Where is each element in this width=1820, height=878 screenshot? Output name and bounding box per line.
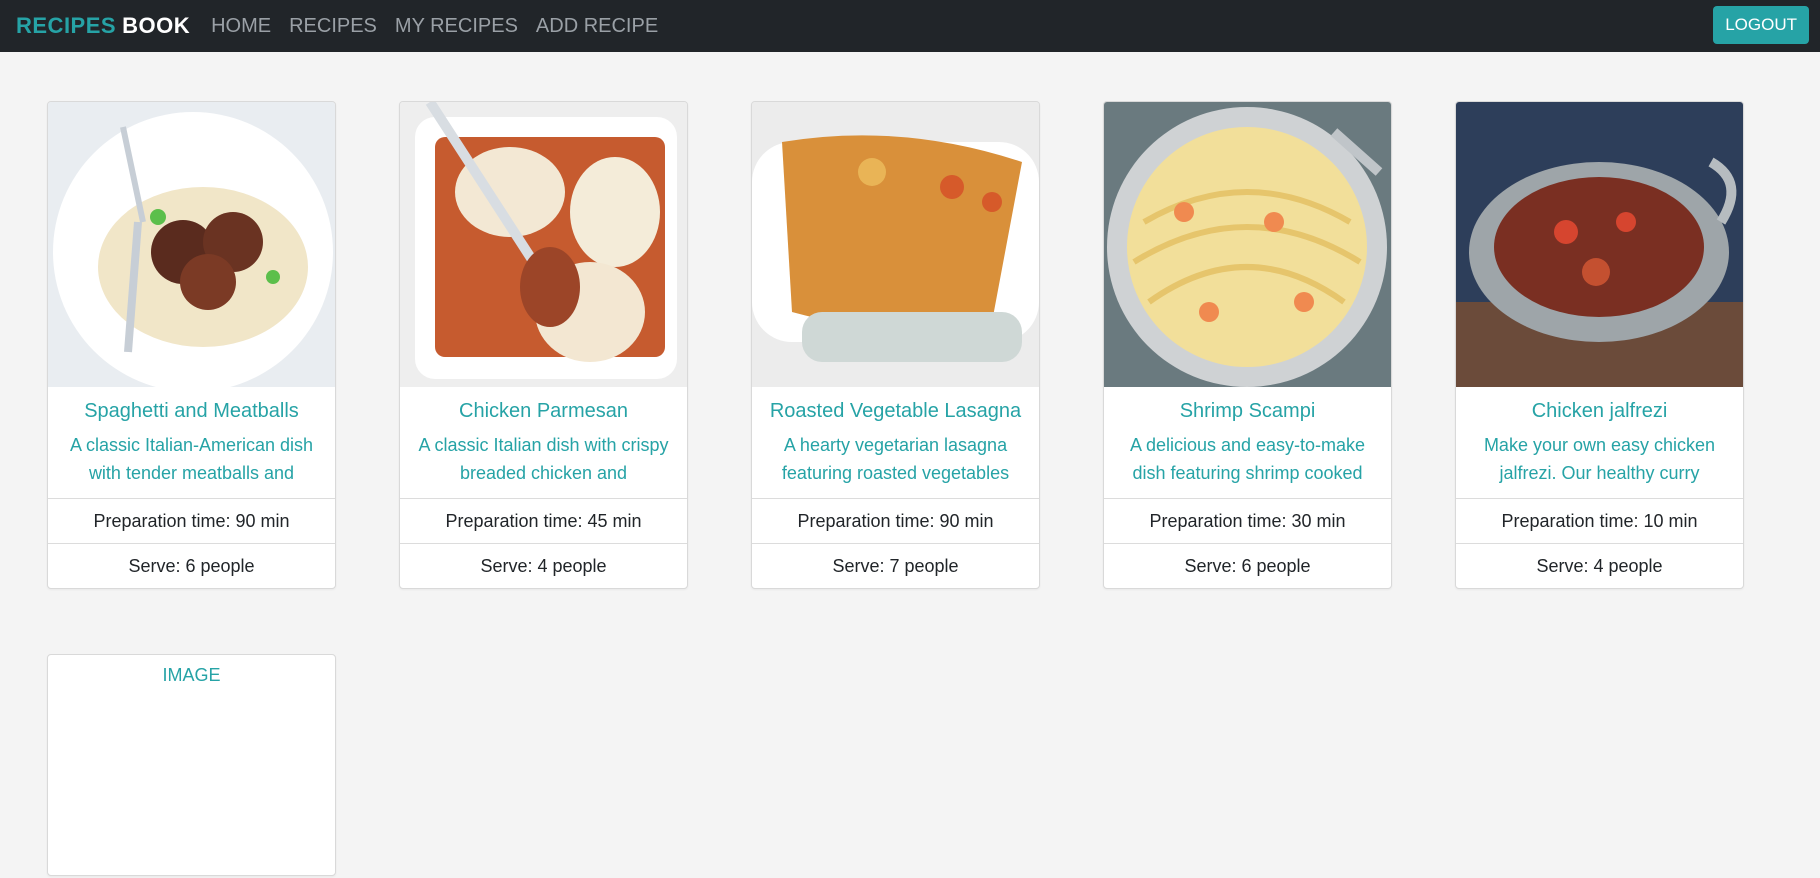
- shrimp-scampi-image: [1104, 102, 1391, 387]
- servings: Serve: 4 people: [400, 543, 687, 588]
- chicken-jalfrezi-image: [1456, 102, 1743, 387]
- recipe-title[interactable]: Shrimp Scampi: [1116, 400, 1379, 423]
- servings: Serve: 6 people: [48, 543, 335, 588]
- recipe-image[interactable]: [752, 102, 1039, 387]
- recipe-card[interactable]: Spaghetti and Meatballs A classic Italia…: [47, 101, 336, 589]
- recipe-description: Make your own easy chicken jalfrezi. Our…: [1483, 435, 1716, 483]
- image-alt-text: IMAGE: [162, 665, 221, 685]
- logout-button[interactable]: LOGOUT: [1713, 6, 1809, 44]
- recipe-card[interactable]: Shrimp Scampi A delicious and easy-to-ma…: [1103, 101, 1392, 589]
- recipe-description: A classic Italian-American dish with ten…: [69, 435, 314, 483]
- recipe-card[interactable]: Chicken jalfrezi Make your own easy chic…: [1455, 101, 1744, 589]
- recipe-title[interactable]: Chicken Parmesan: [412, 400, 675, 423]
- recipe-card-placeholder[interactable]: IMAGE: [47, 654, 336, 876]
- brand-logo[interactable]: RECIPES BOOK: [16, 13, 190, 39]
- main-nav: HOME RECIPES MY RECIPES ADD RECIPE: [210, 15, 659, 38]
- recipe-description: A hearty vegetarian lasagna featuring ro…: [781, 435, 1010, 483]
- spaghetti-meatballs-image: [48, 102, 335, 387]
- prep-time: Preparation time: 45 min: [400, 498, 687, 543]
- recipe-image[interactable]: [48, 102, 335, 387]
- nav-link-recipes[interactable]: RECIPES: [288, 15, 378, 38]
- brand-part-recipes: RECIPES: [16, 13, 117, 38]
- nav-link-my-recipes[interactable]: MY RECIPES: [394, 15, 519, 38]
- recipe-image[interactable]: [1456, 102, 1743, 387]
- recipe-card[interactable]: Chicken Parmesan A classic Italian dish …: [399, 101, 688, 589]
- recipe-description: A delicious and easy-to-make dish featur…: [1129, 435, 1366, 483]
- top-navbar: RECIPES BOOK HOME RECIPES MY RECIPES ADD …: [0, 0, 1820, 52]
- recipe-image[interactable]: [1104, 102, 1391, 387]
- servings: Serve: 6 people: [1104, 543, 1391, 588]
- recipes-grid: Spaghetti and Meatballs A classic Italia…: [47, 101, 1744, 876]
- chicken-parmesan-image: [400, 102, 687, 387]
- nav-link-add-recipe[interactable]: ADD RECIPE: [535, 15, 659, 38]
- servings: Serve: 4 people: [1456, 543, 1743, 588]
- recipe-title[interactable]: Chicken jalfrezi: [1468, 400, 1731, 423]
- vegetable-lasagna-image: [752, 102, 1039, 387]
- prep-time: Preparation time: 30 min: [1104, 498, 1391, 543]
- servings: Serve: 7 people: [752, 543, 1039, 588]
- recipe-title[interactable]: Roasted Vegetable Lasagna: [764, 400, 1027, 423]
- recipe-description: A classic Italian dish with crispy bread…: [418, 435, 669, 483]
- nav-link-home[interactable]: HOME: [210, 15, 272, 38]
- prep-time: Preparation time: 90 min: [752, 498, 1039, 543]
- recipe-card[interactable]: Roasted Vegetable Lasagna A hearty veget…: [751, 101, 1040, 589]
- recipe-title[interactable]: Spaghetti and Meatballs: [60, 400, 323, 423]
- recipe-image[interactable]: [400, 102, 687, 387]
- prep-time: Preparation time: 90 min: [48, 498, 335, 543]
- brand-part-book: BOOK: [122, 13, 191, 38]
- prep-time: Preparation time: 10 min: [1456, 498, 1743, 543]
